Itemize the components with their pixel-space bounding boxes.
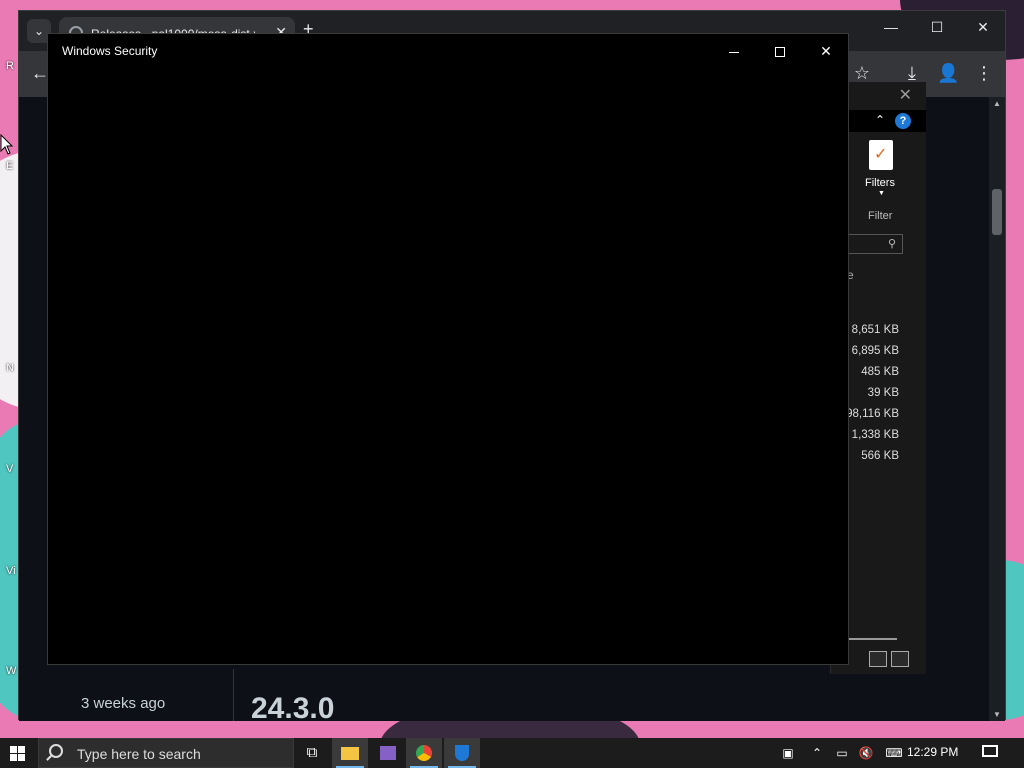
dialog-title: Windows Security xyxy=(62,44,158,58)
desktop-icon-label[interactable]: Vi xyxy=(6,565,16,577)
filters-dropdown-icon[interactable]: ▼ xyxy=(878,190,885,197)
ribbon-group-label: Filter xyxy=(868,210,893,222)
task-view-icon[interactable]: ⧉ xyxy=(294,738,330,768)
windows-logo-icon xyxy=(18,746,25,753)
taskbar: Type here to search ⧉ ▣ ⌃ ▭ 🔇 ⌨ 12:29 PM xyxy=(0,738,1024,768)
mouse-cursor-icon xyxy=(0,134,14,155)
shield-icon xyxy=(455,745,469,762)
minimize-icon xyxy=(729,51,739,53)
bookmark-star-icon[interactable]: ☆ xyxy=(851,63,873,84)
search-placeholder: Type here to search xyxy=(77,746,201,762)
release-date: 3 weeks ago xyxy=(81,695,166,712)
scroll-up-icon[interactable]: ▲ xyxy=(989,99,1005,108)
desktop-icon-label[interactable]: R xyxy=(6,60,14,72)
windows-security-taskbar-icon[interactable] xyxy=(444,738,480,768)
windows-logo-icon xyxy=(10,754,17,761)
dialog-maximize-button[interactable] xyxy=(757,38,803,64)
dialog-minimize-button[interactable] xyxy=(711,38,757,64)
desktop-icon-label[interactable]: N xyxy=(6,362,14,374)
help-icon[interactable]: ? xyxy=(895,113,911,129)
details-view-icon[interactable] xyxy=(869,651,887,667)
browser-maximize-button[interactable]: ☐ xyxy=(917,19,957,36)
volume-muted-icon[interactable]: 🔇 xyxy=(856,738,876,768)
filters-button-label[interactable]: Filters xyxy=(865,177,895,189)
search-icon xyxy=(49,744,63,758)
scroll-down-icon[interactable]: ▼ xyxy=(989,710,1005,719)
network-icon[interactable]: ▭ xyxy=(832,738,852,768)
action-center-button[interactable] xyxy=(976,743,1002,763)
visual-studio-icon xyxy=(380,746,396,761)
dialog-close-button[interactable]: ✕ xyxy=(803,38,849,64)
release-version-link[interactable]: 24.3.0 xyxy=(251,692,334,726)
explorer-search-input[interactable]: ⚲ xyxy=(843,234,903,254)
profile-icon[interactable]: 👤 xyxy=(937,63,959,84)
scrollbar-thumb[interactable] xyxy=(992,189,1002,235)
page-scrollbar[interactable]: ▲ ▼ xyxy=(989,97,1005,721)
taskbar-search-input[interactable]: Type here to search xyxy=(38,738,294,768)
horizontal-scrollbar[interactable] xyxy=(847,638,897,640)
browser-minimize-button[interactable]: — xyxy=(871,19,911,35)
large-icons-view-icon[interactable] xyxy=(891,651,909,667)
keyboard-icon[interactable]: ⌨ xyxy=(884,738,904,768)
visual-studio-taskbar-icon[interactable] xyxy=(370,738,406,768)
clock[interactable]: 12:29 PM xyxy=(907,745,958,759)
desktop-icon-label[interactable]: W xyxy=(6,665,16,677)
start-button[interactable] xyxy=(0,738,36,768)
desktop-icon-label[interactable]: V xyxy=(6,463,13,475)
drive-icon[interactable]: ▣ xyxy=(780,738,796,768)
chevron-up-icon[interactable]: ⌃ xyxy=(808,738,826,768)
filters-icon[interactable] xyxy=(869,140,893,170)
desktop-icon-label[interactable]: E xyxy=(6,160,13,172)
browser-close-button[interactable]: ✕ xyxy=(963,19,1003,36)
chrome-icon xyxy=(416,745,432,762)
divider xyxy=(233,669,234,721)
maximize-icon xyxy=(775,47,785,58)
explorer-close-button[interactable]: ✕ xyxy=(899,85,912,105)
notification-icon xyxy=(982,745,998,757)
search-icon: ⚲ xyxy=(887,238,896,250)
file-explorer-taskbar-icon[interactable] xyxy=(332,738,368,768)
collapse-ribbon-icon[interactable]: ⌃ xyxy=(875,113,885,127)
windows-logo-icon xyxy=(10,746,17,753)
folder-icon xyxy=(341,746,359,760)
menu-icon[interactable]: ⋮ xyxy=(973,63,995,84)
download-icon[interactable]: ⤓ xyxy=(901,63,923,84)
windows-security-dialog: Windows Security ✕ xyxy=(47,33,849,665)
windows-logo-icon xyxy=(18,754,25,761)
chrome-taskbar-icon[interactable] xyxy=(406,738,442,768)
